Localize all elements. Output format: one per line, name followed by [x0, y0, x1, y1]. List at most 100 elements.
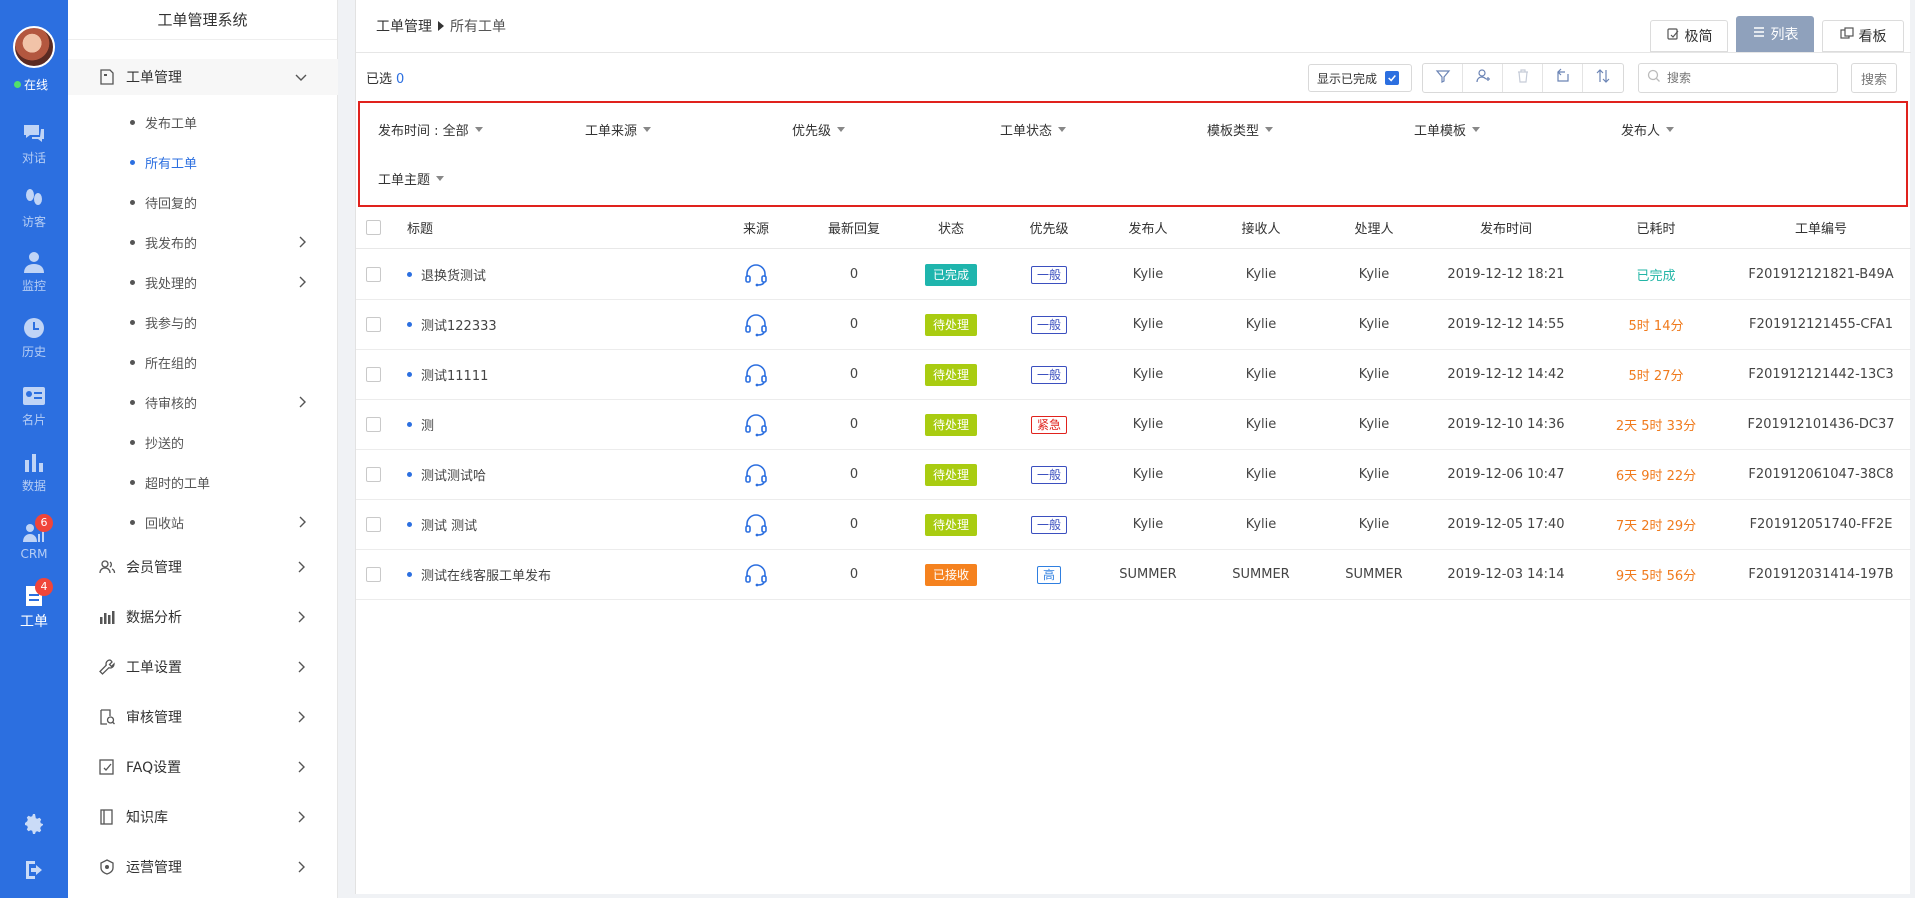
handler: Kylie [1358, 517, 1390, 532]
table-row[interactable]: 测试122333 0 待处理 一般 Kylie Kylie Kylie 2019… [356, 300, 1911, 350]
sidebar-item-participated[interactable]: 我参与的 [68, 307, 338, 337]
column-header-priority: 优先级 [1029, 222, 1069, 237]
publisher: Kylie [1132, 267, 1164, 282]
sort-button[interactable] [1583, 64, 1623, 92]
ticket-title[interactable]: 测试 测试 [421, 515, 477, 534]
filter-template[interactable]: 工单模板 [1414, 120, 1481, 139]
export-icon [1555, 68, 1571, 88]
show-completed-toggle[interactable]: 显示已完成 [1308, 64, 1412, 92]
sidebar-group-members[interactable]: 会员管理 [68, 549, 338, 585]
row-checkbox[interactable] [365, 567, 381, 582]
table-row[interactable]: 测试测试哈 0 待处理 一般 Kylie Kylie Kylie 2019-12… [356, 450, 1911, 500]
ticket-title[interactable]: 退换货测试 [421, 265, 486, 284]
row-checkbox[interactable] [365, 517, 381, 532]
rail-item-monitor[interactable]: 监控 [0, 250, 68, 294]
handler: Kylie [1358, 417, 1390, 432]
sidebar-item-my-group[interactable]: 所在组的 [68, 347, 338, 377]
filter-template-type[interactable]: 模板类型 [1207, 120, 1274, 139]
rail-item-chat[interactable]: 对话 [0, 122, 68, 166]
book-icon [98, 808, 116, 826]
sidebar-item-pending-reply[interactable]: 待回复的 [68, 187, 338, 217]
sidebar-item-recycle-bin[interactable]: 回收站 [68, 507, 338, 537]
rail-item-ticket[interactable]: 工单 4 [0, 578, 68, 631]
column-header-ticket-id: 工单编号 [1794, 222, 1847, 237]
assign-button[interactable] [1463, 64, 1503, 92]
publisher: Kylie [1132, 467, 1164, 482]
logout-icon[interactable] [22, 858, 46, 882]
caret-down-icon [1265, 127, 1274, 132]
filter-status[interactable]: 工单状态 [1000, 120, 1067, 139]
wrench-icon [98, 658, 116, 676]
ticket-title[interactable]: 测 [421, 415, 434, 434]
view-minimal-button[interactable]: 极简 [1650, 20, 1728, 52]
table-row[interactable]: 退换货测试 0 已完成 一般 Kylie Kylie Kylie 2019-12… [356, 250, 1911, 300]
filter-priority[interactable]: 优先级 [792, 120, 846, 139]
rail-item-data[interactable]: 数据 [0, 450, 68, 494]
sidebar-item-pending-review[interactable]: 待审核的 [68, 387, 338, 417]
view-board-button[interactable]: 看板 [1822, 20, 1904, 52]
sidebar-item-publish-ticket[interactable]: 发布工单 [68, 107, 338, 137]
sidebar-item-overdue[interactable]: 超时的工单 [68, 467, 338, 497]
breadcrumb-root[interactable]: 工单管理 [376, 19, 432, 35]
sidebar-group-faq[interactable]: FAQ设置 [68, 749, 338, 785]
ticket-title[interactable]: 测试测试哈 [421, 465, 486, 484]
title-dot [407, 372, 412, 377]
receiver: Kylie [1245, 467, 1277, 482]
rail-item-history[interactable]: 历史 [0, 316, 68, 360]
title-dot [407, 322, 412, 327]
select-all-checkbox[interactable] [365, 220, 381, 235]
ticket-id: F201912121821-B49A [1748, 267, 1894, 282]
sidebar-group-knowledge-base[interactable]: 知识库 [68, 799, 338, 835]
ticket-title[interactable]: 测试在线客服工单发布 [421, 565, 551, 584]
table-row[interactable]: 测试 测试 0 待处理 一般 Kylie Kylie Kylie 2019-12… [356, 500, 1911, 550]
search-button[interactable]: 搜索 [1851, 63, 1897, 93]
publish-time: 2019-12-12 14:55 [1447, 317, 1565, 332]
sidebar-item-my-published[interactable]: 我发布的 [68, 227, 338, 257]
row-checkbox[interactable] [365, 367, 381, 382]
sidebar-group-audit[interactable]: 审核管理 [68, 699, 338, 735]
filter-publisher[interactable]: 发布人 [1621, 120, 1675, 139]
rail-item-visitors[interactable]: 访客 [0, 186, 68, 230]
table-row[interactable]: 测试11111 0 待处理 一般 Kylie Kylie Kylie 2019-… [356, 350, 1911, 400]
row-checkbox[interactable] [365, 417, 381, 432]
audit-icon [98, 708, 116, 726]
filter-button[interactable] [1423, 64, 1463, 92]
view-list-button[interactable]: 列表 [1736, 16, 1814, 52]
row-checkbox[interactable] [365, 467, 381, 482]
search-box [1638, 63, 1838, 93]
filter-icon [1435, 68, 1451, 88]
headset-icon [716, 350, 796, 399]
row-checkbox[interactable] [365, 267, 381, 282]
delete-button[interactable] [1503, 64, 1543, 92]
sidebar-item-all-tickets[interactable]: 所有工单 [68, 147, 338, 177]
rail-item-crm[interactable]: CRM 6 [0, 514, 68, 561]
ticket-title[interactable]: 测试11111 [421, 365, 488, 384]
ticket-id: F201912121442-13C3 [1748, 367, 1894, 382]
table-row[interactable]: 测试在线客服工单发布 0 已接收 高 SUMMER SUMMER SUMMER … [356, 550, 1911, 600]
caret-down-icon [436, 176, 445, 181]
filter-source[interactable]: 工单来源 [585, 120, 652, 139]
bullet [130, 239, 135, 245]
sidebar-group-analytics[interactable]: 数据分析 [68, 599, 338, 635]
row-checkbox[interactable] [365, 317, 381, 332]
search-input[interactable] [1667, 71, 1827, 85]
sidebar-group-ticket-management[interactable]: 工单管理 [68, 59, 338, 95]
filter-subject[interactable]: 工单主题 [378, 169, 445, 188]
bullet [130, 439, 135, 445]
show-completed-checkbox[interactable] [1385, 71, 1400, 85]
export-button[interactable] [1543, 64, 1583, 92]
table-row[interactable]: 测 0 待处理 紧急 Kylie Kylie Kylie 2019-12-10 … [356, 400, 1911, 450]
avatar[interactable] [13, 26, 55, 68]
sidebar-group-ticket-settings[interactable]: 工单设置 [68, 649, 338, 685]
ticket-title[interactable]: 测试122333 [421, 315, 497, 334]
sidebar-item-cc[interactable]: 抄送的 [68, 427, 338, 457]
bullet [130, 119, 135, 125]
filter-publish-time[interactable]: 发布时间 : 全部 [378, 120, 483, 139]
header-divider [356, 52, 1911, 53]
rail-item-card[interactable]: 名片 [0, 384, 68, 428]
sidebar-group-operations[interactable]: 运营管理 [68, 849, 338, 885]
latest-reply: 0 [849, 367, 859, 382]
headset-icon [716, 400, 796, 449]
settings-gear-icon[interactable] [22, 812, 46, 836]
sidebar-item-my-handled[interactable]: 我处理的 [68, 267, 338, 297]
